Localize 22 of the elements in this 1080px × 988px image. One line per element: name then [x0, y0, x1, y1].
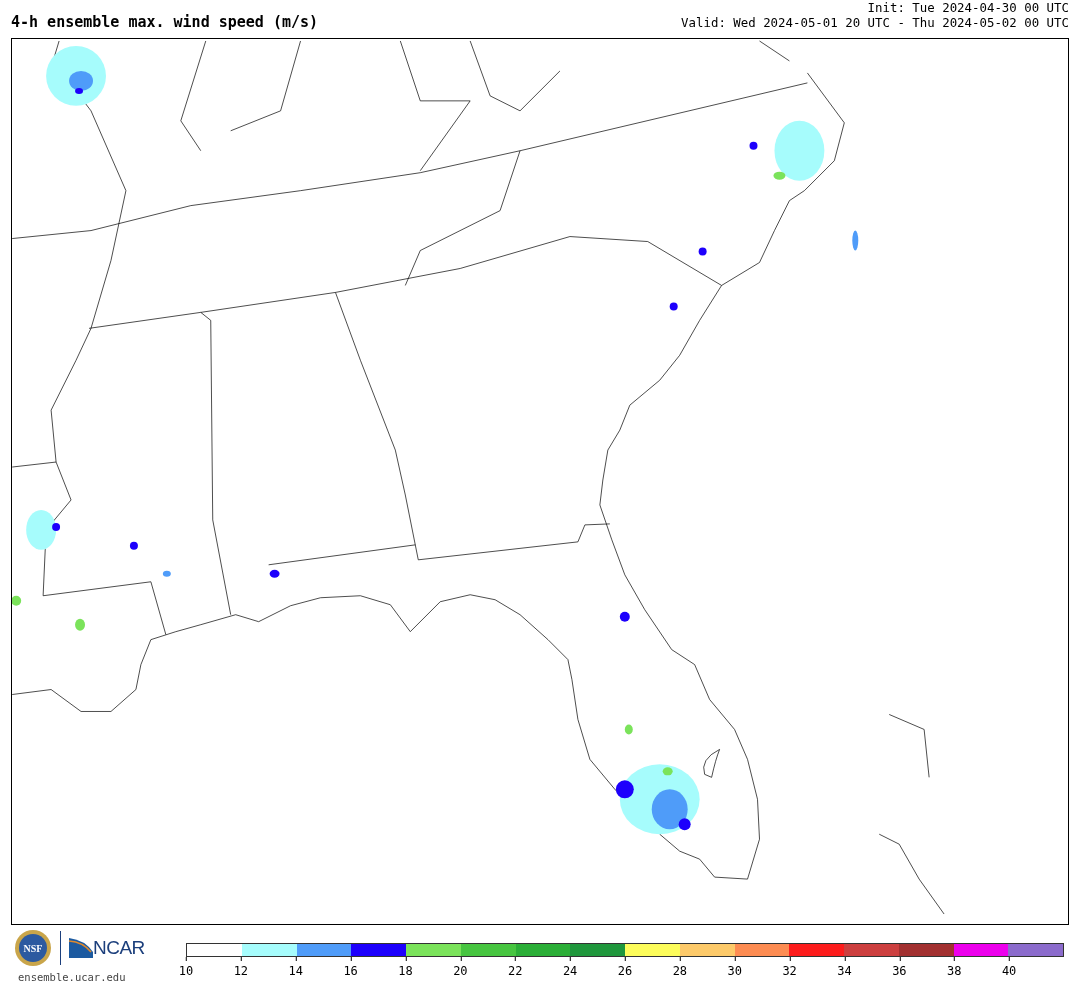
ncar-logo-text: NCAR [93, 935, 145, 960]
tick-label: 16 [343, 964, 358, 978]
valid-time-range: Valid: Wed 2024-05-01 20 UTC - Thu 2024-05-02 00 UTC [681, 15, 1069, 30]
tick-label: 36 [892, 964, 907, 978]
tick-label: 12 [233, 964, 249, 978]
map-title: 4-h ensemble max. wind speed (m/s) [11, 12, 319, 33]
tick-label: 22 [508, 964, 523, 978]
init-time: Init: Tue 2024-04-30 00 UTC [866, 0, 1069, 15]
tick-label: 18 [398, 964, 413, 978]
tick-label: 28 [672, 964, 688, 978]
tick-label: 34 [837, 964, 852, 978]
tick-label: 32 [782, 964, 797, 978]
tick-label: 40 [1001, 964, 1017, 978]
tick-label: 26 [617, 964, 633, 978]
tick-label: 38 [947, 964, 962, 978]
tick-label: 14 [288, 964, 303, 978]
tick-label: 30 [727, 964, 742, 978]
tick-label: 20 [453, 964, 468, 978]
nsf-logo: NSF [14, 929, 52, 967]
tick-label: 24 [562, 964, 578, 978]
swoosh-icon [69, 938, 93, 958]
tick-label: 10 [178, 964, 194, 978]
